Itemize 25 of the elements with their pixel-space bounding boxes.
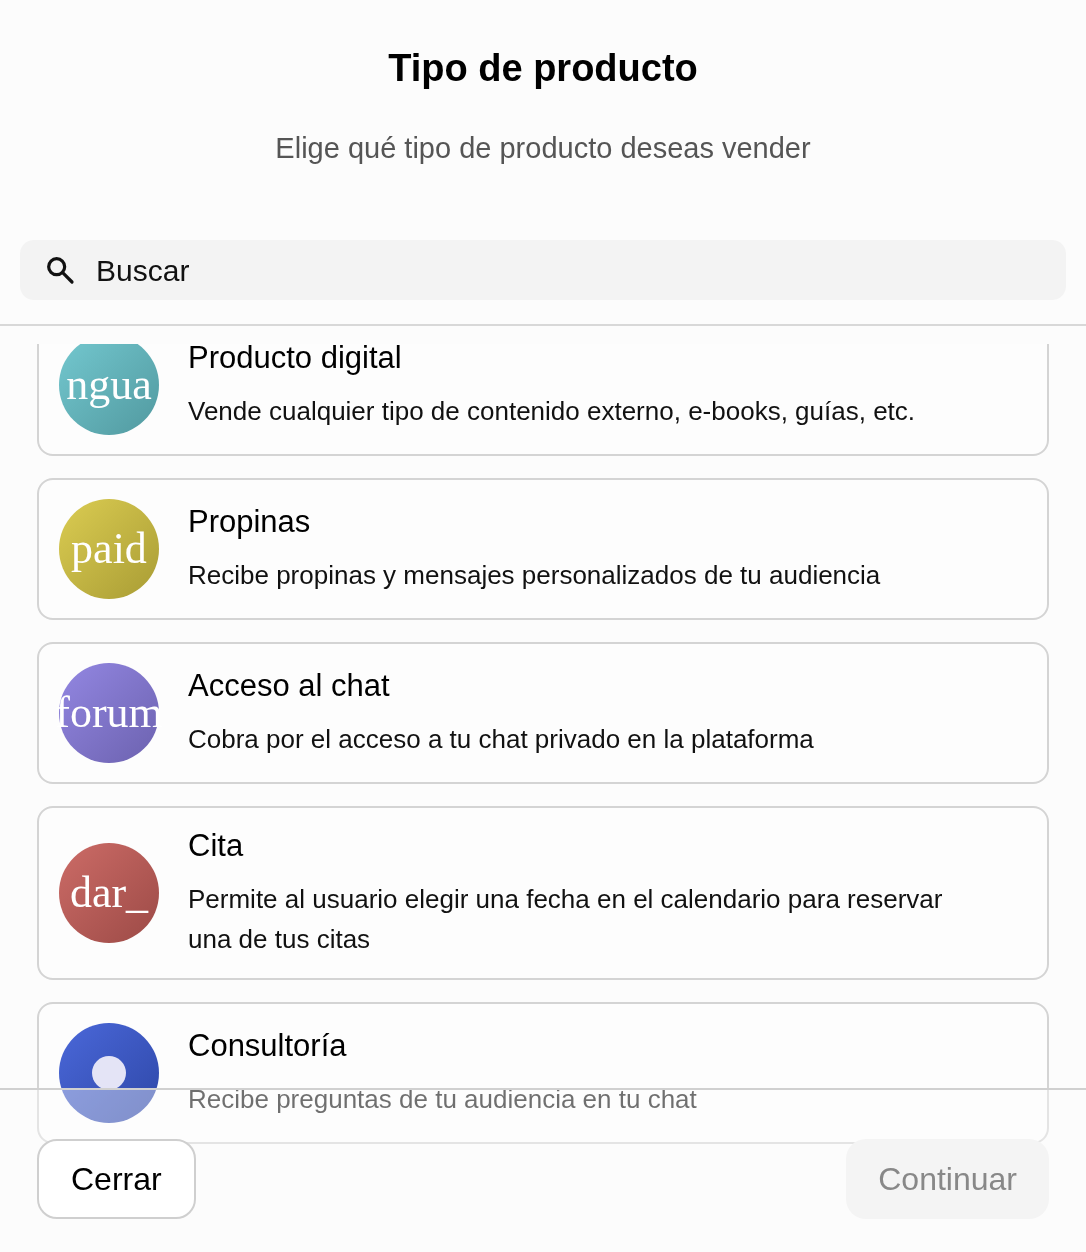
product-type-card[interactable]: forum Acceso al chat Cobra por el acceso a tu chat privado en la plataforma	[37, 642, 1049, 784]
icon-glyph-text: forum	[55, 691, 163, 735]
product-type-card[interactable]: paid Propinas Recibe propinas y mensajes personalizados de tu audiencia	[37, 478, 1049, 620]
product-description: Permite al usuario elegir una fecha en el calendario para reservar una de tus citas	[188, 883, 944, 956]
product-description: Recibe preguntas de tu audiencia en tu chat	[188, 1083, 698, 1116]
product-description: Cobra por el acceso a tu chat privado en la plataforma	[188, 723, 815, 756]
search-field[interactable]: Buscar	[20, 240, 1066, 300]
product-title: Producto digital	[188, 344, 403, 377]
product-title: Consultoría	[188, 1027, 348, 1065]
icon-glyph-text: ngua	[66, 363, 152, 407]
product-title: Cita	[188, 827, 245, 865]
icon-glyph-text: dar_	[69, 871, 149, 915]
dialog-title: Tipo de producto	[388, 46, 698, 91]
product-type-card[interactable]: ngua Producto digital Vende cualquier tipo de contenido externo, e-books, guías, etc.	[37, 344, 1049, 456]
dialog-subtitle: Elige qué tipo de producto deseas vender	[275, 131, 811, 166]
product-description: Vende cualquier tipo de contenido externo, e-books, guías, etc.	[188, 395, 917, 428]
product-type-card[interactable]: dar_ Cita Permite al usuario elegir una fecha en el calendario para reservar una de tus citas	[37, 806, 1049, 980]
product-title: Acceso al chat	[188, 667, 391, 705]
product-title: Propinas	[188, 503, 312, 541]
close-button[interactable]: Cerrar	[37, 1139, 196, 1219]
icon-glyph-text: paid	[71, 527, 147, 571]
product-type-card[interactable]: Consultoría Recibe preguntas de tu audiencia en tu chat	[37, 1002, 1049, 1144]
search-icon	[44, 254, 76, 286]
product-description: Recibe propinas y mensajes personalizados de tu audiencia	[188, 559, 882, 592]
search-input[interactable]: Buscar	[96, 247, 1042, 293]
